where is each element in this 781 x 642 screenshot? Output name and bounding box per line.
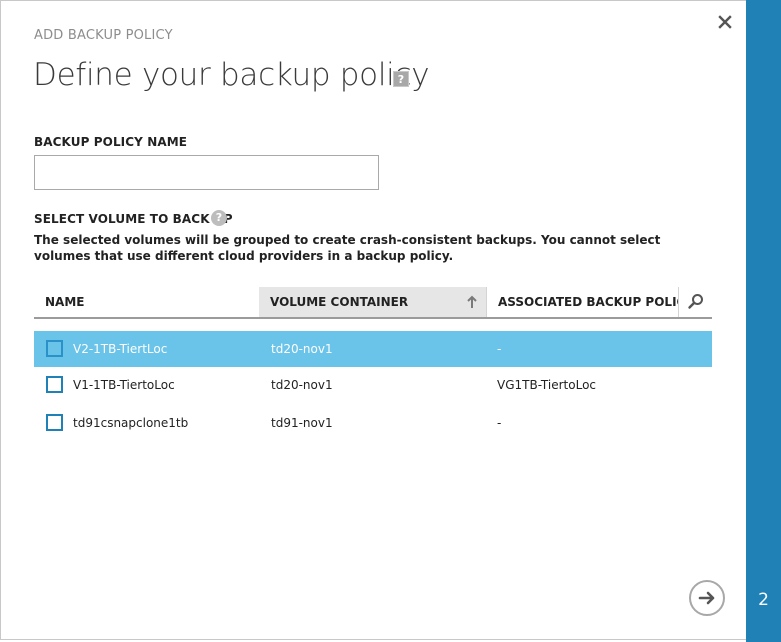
cell-associated-policies: - xyxy=(497,342,502,356)
row-checkbox[interactable] xyxy=(46,340,63,357)
select-volume-label: SELECT VOLUME TO BACK UP xyxy=(34,212,233,226)
column-header-associated-policies[interactable]: ASSOCIATED BACKUP POLICIES xyxy=(486,287,678,317)
column-header-volume-container[interactable]: VOLUME CONTAINER xyxy=(259,287,486,317)
sort-ascending-icon xyxy=(466,287,478,317)
search-icon xyxy=(688,294,703,309)
policy-name-label: BACKUP POLICY NAME xyxy=(34,135,188,149)
volume-table: NAME VOLUME CONTAINER ASSOCIATED BACKUP … xyxy=(34,285,712,431)
cell-volume-name: V2-1TB-TiertLoc xyxy=(73,342,168,356)
cell-volume-container: td20-nov1 xyxy=(271,342,333,356)
table-row[interactable]: td91csnapclone1tb td91-nov1 - xyxy=(34,405,712,441)
table-header: NAME VOLUME CONTAINER ASSOCIATED BACKUP … xyxy=(34,285,712,319)
column-header-label: NAME xyxy=(45,295,85,309)
cell-associated-policies: - xyxy=(497,416,502,430)
help-icon[interactable]: ? xyxy=(393,71,409,87)
close-button[interactable] xyxy=(716,13,734,31)
wizard-step-panel: 2 xyxy=(746,0,781,642)
table-row[interactable]: V1-1TB-TiertoLoc td20-nov1 VG1TB-TiertoL… xyxy=(34,367,712,403)
column-header-label: VOLUME CONTAINER xyxy=(270,295,409,309)
wizard-subtitle: ADD BACKUP POLICY xyxy=(34,28,173,43)
row-checkbox[interactable] xyxy=(46,376,63,393)
arrow-right-icon xyxy=(698,591,715,605)
cell-volume-name: td91csnapclone1tb xyxy=(73,416,189,430)
next-button[interactable] xyxy=(689,580,725,616)
column-header-label: ASSOCIATED BACKUP POLICIES xyxy=(498,295,678,309)
volume-description: The selected volumes will be grouped to … xyxy=(34,233,661,263)
table-search-button[interactable] xyxy=(678,287,712,317)
row-checkbox[interactable] xyxy=(46,414,63,431)
page-title: Define your backup policy xyxy=(33,57,430,93)
policy-name-input[interactable] xyxy=(34,155,379,190)
step-number: 2 xyxy=(758,590,769,610)
close-icon xyxy=(718,15,732,29)
question-icon[interactable]: ? xyxy=(211,210,227,226)
cell-volume-container: td91-nov1 xyxy=(271,416,333,430)
cell-volume-name: V1-1TB-TiertoLoc xyxy=(73,378,175,392)
table-row[interactable]: V2-1TB-TiertLoc td20-nov1 - xyxy=(34,331,712,367)
cell-associated-policies: VG1TB-TiertoLoc xyxy=(497,378,597,392)
wizard-dialog: ADD BACKUP POLICY Define your backup pol… xyxy=(0,0,746,640)
column-header-name[interactable]: NAME xyxy=(34,287,259,317)
cell-volume-container: td20-nov1 xyxy=(271,378,333,392)
